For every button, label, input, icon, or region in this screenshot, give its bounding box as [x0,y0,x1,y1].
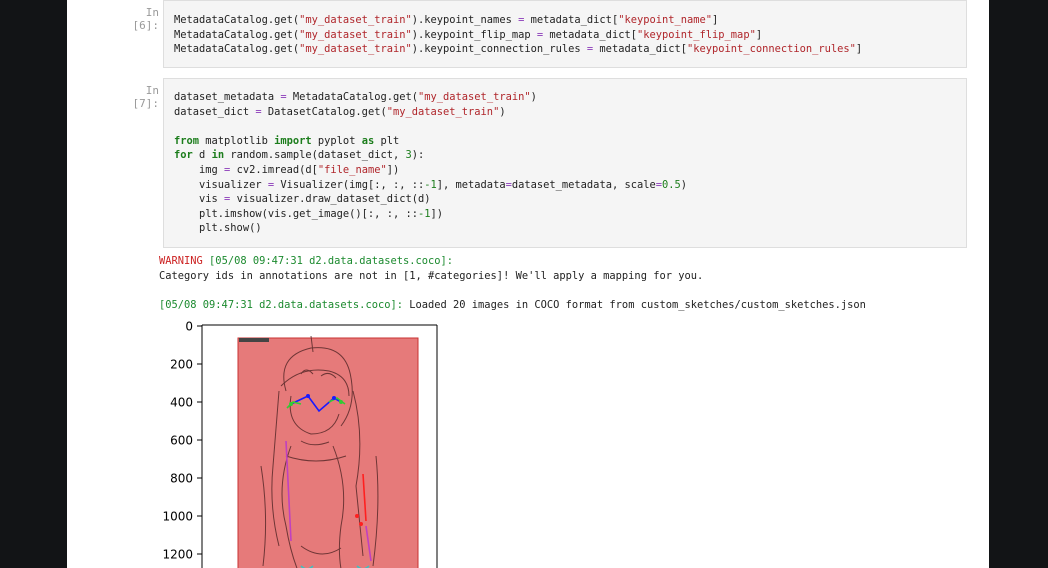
code-line: MetadataCatalog.get("my_dataset_train").… [174,14,719,26]
keypoint [306,394,310,398]
y-tick: 0 [185,320,202,334]
keypoint [289,402,293,406]
keypoint [359,522,363,526]
cell-output-info: [05/08 09:47:31 d2.data.datasets.coco]: … [159,299,866,311]
y-tick: 200 [170,358,202,372]
svg-text:800: 800 [170,472,193,486]
annotated-sketch-image [237,335,419,568]
svg-text:400: 400 [170,396,193,410]
y-tick: 1200 [162,548,202,562]
plot-figure: 0 200 400 600 800 1000 1200 [162,320,438,568]
code-line: MetadataCatalog.get("my_dataset_train").… [174,43,863,56]
y-axis: 0 200 400 600 800 1000 1200 [162,320,203,568]
y-tick: 600 [170,434,202,448]
keypoint [332,396,336,400]
cell-prompt: In [6]: [132,6,160,32]
cell-prompt: In [7]: [132,84,160,110]
svg-text:600: 600 [170,434,193,448]
code-line: MetadataCatalog.get("my_dataset_train").… [174,28,763,41]
svg-text:1000: 1000 [162,510,193,524]
y-tick: 1000 [162,510,202,524]
code-cell-7[interactable]: dataset_metadata = MetadataCatalog.get("… [163,78,967,248]
svg-text:200: 200 [170,358,193,372]
y-tick: 800 [170,472,202,486]
cell-output-warning: WARNING [05/08 09:47:31 d2.data.datasets… [159,255,704,282]
keypoint [355,514,359,518]
y-tick: 400 [170,396,202,410]
code-cell-6-source: MetadataCatalog.get("my_dataset_train").… [164,1,966,57]
box-label-tag [239,338,269,342]
notebook-page: In [6]: MetadataCatalog.get("my_dataset_… [67,0,989,568]
svg-text:1200: 1200 [162,548,193,562]
code-cell-6[interactable]: MetadataCatalog.get("my_dataset_train").… [163,0,967,68]
keypoint [339,400,343,404]
svg-text:0: 0 [185,320,193,334]
code-cell-7-source: dataset_metadata = MetadataCatalog.get("… [174,91,688,235]
